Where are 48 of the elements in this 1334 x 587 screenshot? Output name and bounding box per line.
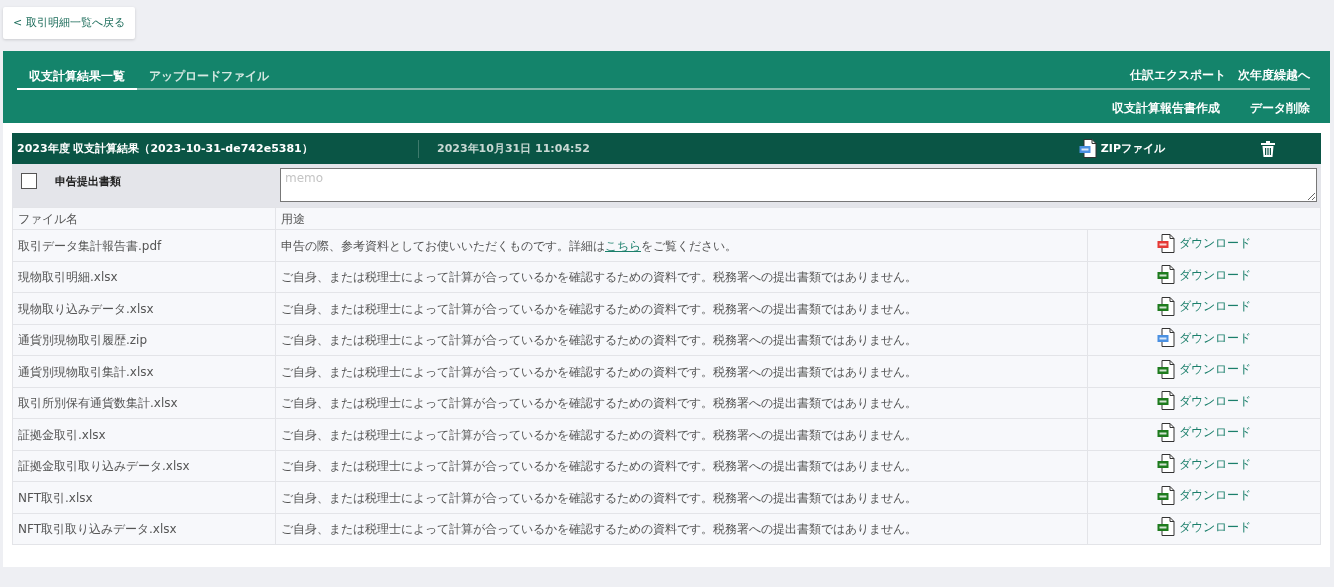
- checkbox[interactable]: [21, 173, 37, 190]
- file-icon: [1157, 391, 1175, 410]
- back-button[interactable]: < 取引明細一覧へ戻る: [3, 7, 135, 39]
- zip-file-link[interactable]: ZIPファイル: [1072, 138, 1171, 160]
- details-link[interactable]: こちら: [605, 238, 641, 253]
- file-name-cell: 証拠金取引.xlsx: [12, 418, 276, 451]
- column-header: ファイル名: [12, 207, 276, 230]
- file-icon: [1157, 517, 1175, 536]
- file-icon: [1157, 265, 1175, 284]
- file-name-cell: NFT取引.xlsx: [12, 481, 276, 514]
- file-name-cell: 取引データ集計報告書.pdf: [12, 229, 276, 262]
- header-action-link[interactable]: 収支計算報告書作成: [1112, 100, 1220, 118]
- file-icon: [1078, 139, 1097, 159]
- column-header: 用途: [275, 207, 1321, 230]
- tab[interactable]: アップロードファイル: [137, 65, 281, 90]
- description-text: 申告の際、参考資料としてお使いいただくものです。詳細はこちら をご覧ください。: [281, 238, 737, 253]
- description-text: ご自身、または税理士によって計算が合っているかを確認するための資料です。税務署への提出書類ではありません。: [281, 333, 917, 347]
- checkbox-label: 申告提出書類: [55, 174, 122, 191]
- file-name-cell: 現物取り込みデータ.xlsx: [12, 292, 276, 325]
- delete-button[interactable]: [1261, 140, 1275, 157]
- tab[interactable]: 収支計算結果一覧: [17, 65, 137, 90]
- description-text: ご自身、または税理士によって計算が合っているかを確認するための資料です。税務署への提出書類ではありません。: [281, 301, 917, 316]
- description-text: ご自身、または税理士によって計算が合っているかを確認するための資料です。税務署への提出書類ではありません。: [281, 459, 917, 473]
- file-name-cell: 取引所別保有通貨数集計.xlsx: [12, 387, 276, 419]
- file-icon: [1157, 328, 1175, 347]
- file-icon: [1157, 359, 1175, 379]
- description-text: ご自身、または税理士によって計算が合っているかを確認するための資料です。税務署への提出書類ではありません。: [281, 490, 917, 505]
- file-icon: [1157, 296, 1175, 316]
- description-text: ご自身、または税理士によって計算が合っているかを確認するための資料です。税務署への提出書類ではありません。: [281, 364, 917, 379]
- file-icon: [1157, 233, 1175, 253]
- description-text: ご自身、または税理士によって計算が合っているかを確認するための資料です。税務署への提出書類ではありません。: [281, 396, 917, 410]
- file-icon: [1157, 454, 1175, 473]
- result-datetime: 2023年10月31日 11:04:52: [436, 140, 591, 157]
- file-name-cell: 証拠金取引取り込みデータ.xlsx: [12, 450, 276, 482]
- description-text: ご自身、または税理士によって計算が合っているかを確認するための資料です。税務署への提出書類ではありません。: [281, 270, 917, 284]
- header-action-link[interactable]: データ削除: [1250, 100, 1310, 118]
- result-title: 2023年度 収支計算結果（2023-10-31-de742e5381）: [16, 140, 314, 157]
- header-action-link[interactable]: 次年度繰越へ: [1226, 65, 1310, 88]
- description-text: ご自身、または税理士によって計算が合っているかを確認するための資料です。税務署への提出書類ではありません。: [281, 427, 917, 442]
- file-icon: [1157, 485, 1175, 505]
- file-icon: [1157, 422, 1175, 442]
- file-name-cell: 通貨別現物取引履歴.zip: [12, 324, 276, 356]
- file-name-cell: NFT取引取り込みデータ.xlsx: [12, 513, 276, 545]
- file-name-cell: 現物取引明細.xlsx: [12, 261, 276, 293]
- file-name-cell: 通貨別現物取引集計.xlsx: [12, 355, 276, 388]
- description-text: ご自身、または税理士によって計算が合っているかを確認するための資料です。税務署への提出書類ではありません。: [281, 522, 917, 536]
- memo-field[interactable]: memo: [280, 168, 1317, 203]
- header-action-link[interactable]: 仕訳エクスポート: [1118, 65, 1226, 88]
